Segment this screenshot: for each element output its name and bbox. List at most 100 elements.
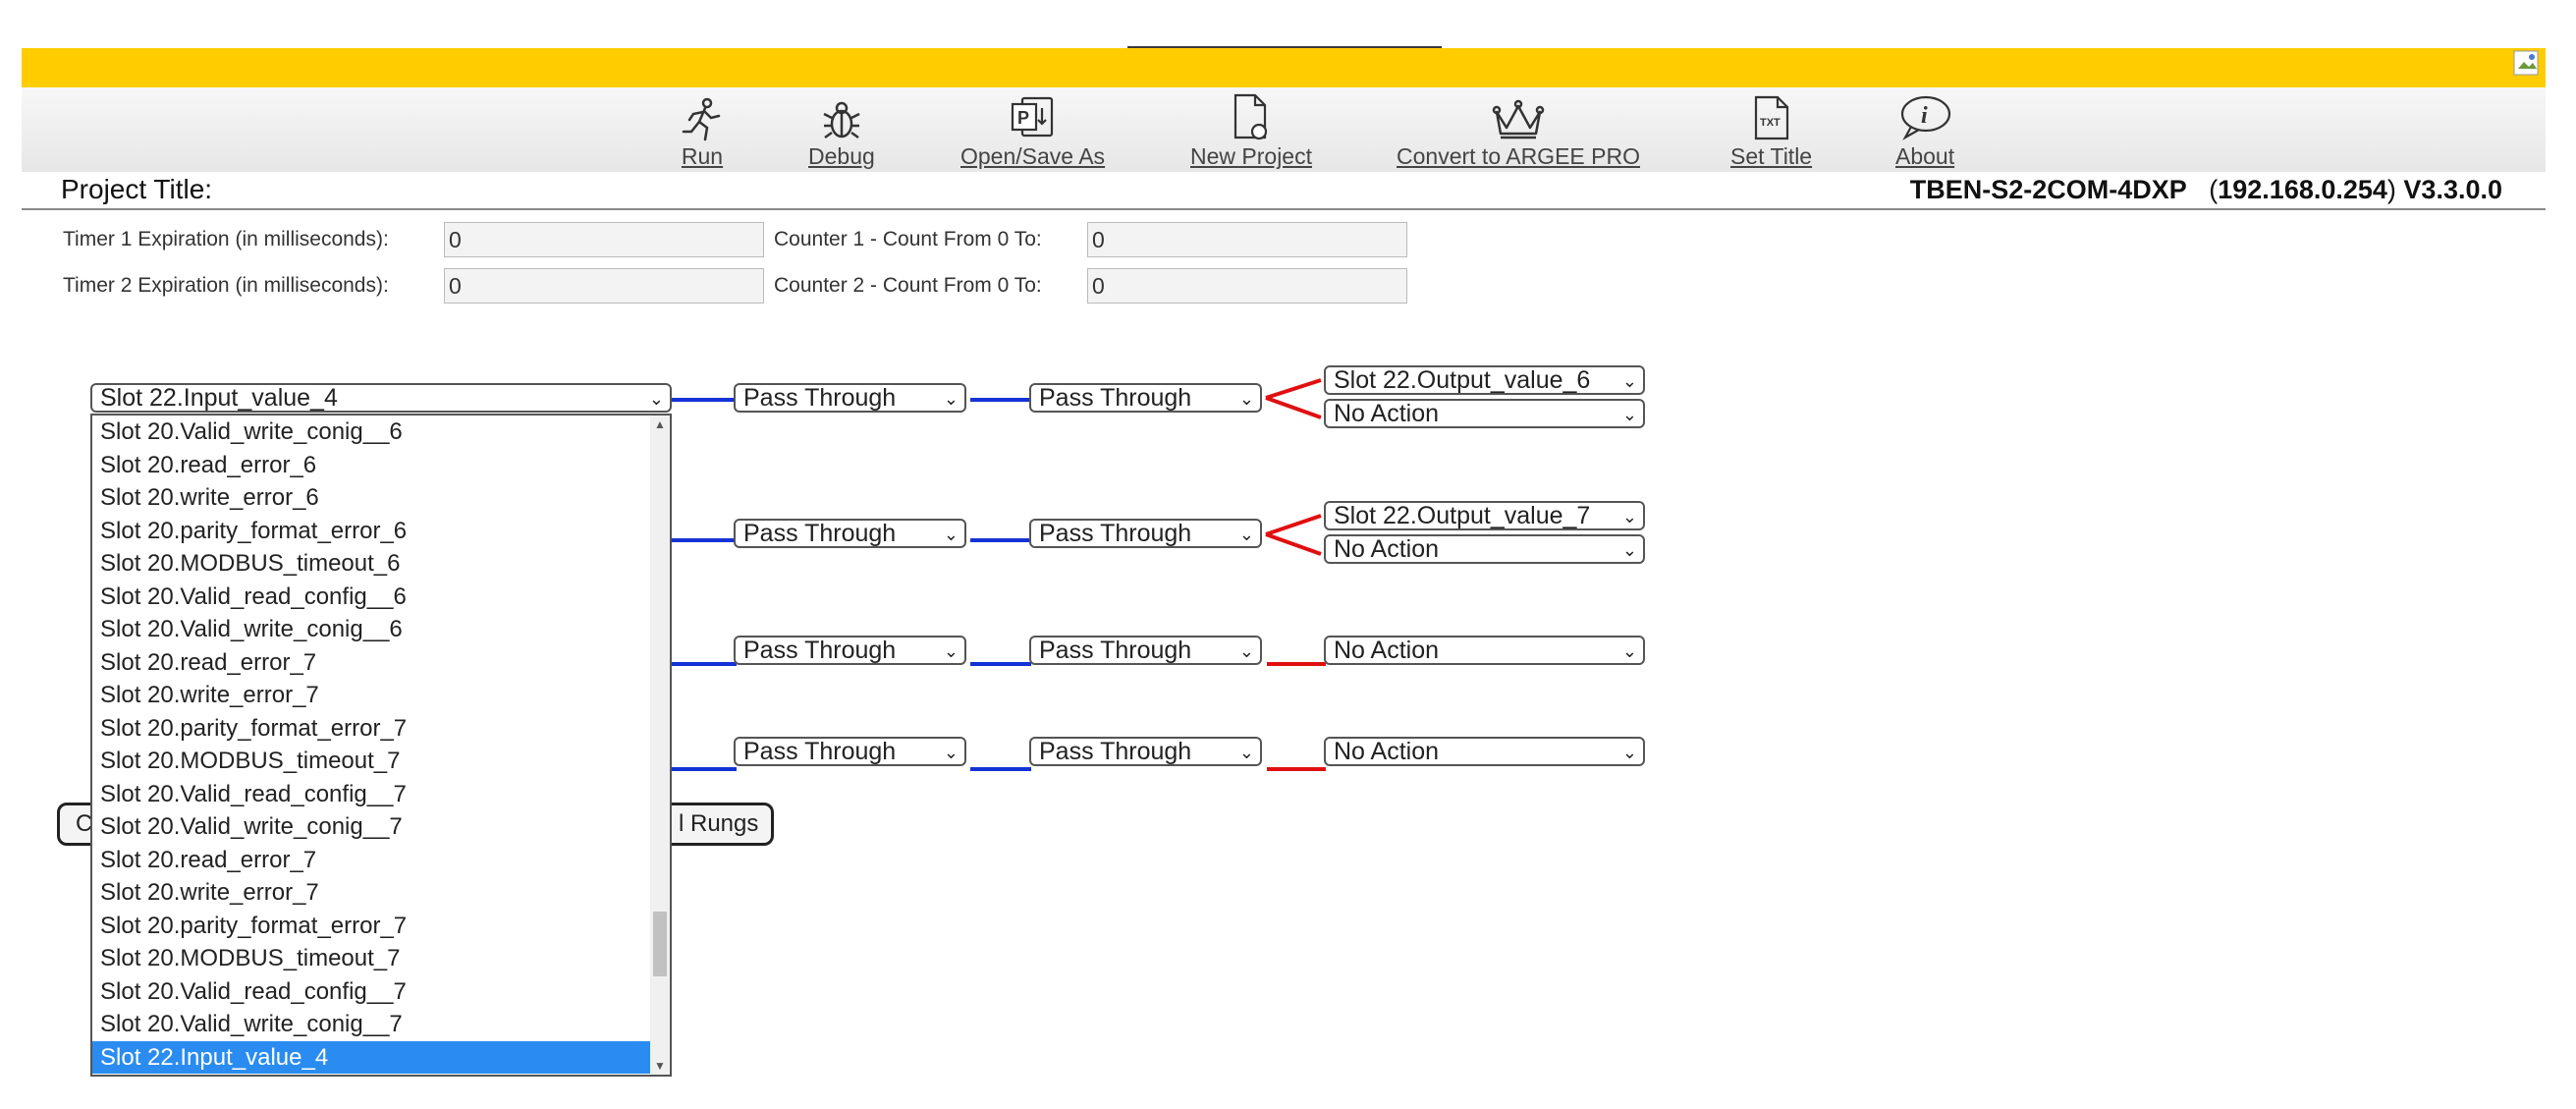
timer-1-label: Timer 1 Expiration (in milliseconds): xyxy=(63,228,389,250)
dropdown-option[interactable]: Slot 20.parity_format_error_7 xyxy=(92,910,670,943)
dropdown-option[interactable]: Slot 20.read_error_7 xyxy=(92,646,670,680)
rung-1-input-select[interactable]: Slot 22.Input_value_4 ⌄ xyxy=(90,383,672,413)
set-title-button[interactable]: TXT Set Title xyxy=(1730,90,1812,170)
rung-2-output-2-value: No Action xyxy=(1334,535,1440,563)
rung-4-output-select[interactable]: No Action ⌄ xyxy=(1324,737,1645,766)
chevron-down-icon: ⌄ xyxy=(1238,525,1254,544)
timer-1-input[interactable]: 0 xyxy=(444,222,764,257)
rung-2-function-1-value: Pass Through xyxy=(743,520,897,547)
dropdown-option[interactable]: Slot 20.Valid_write_conig__7 xyxy=(92,1008,670,1041)
device-model: TBEN-S2-2COM-4DXP xyxy=(1909,175,2187,204)
rung-2-output-1-select[interactable]: Slot 22.Output_value_7 ⌄ xyxy=(1324,501,1645,530)
rung-2-function-1-select[interactable]: Pass Through ⌄ xyxy=(734,519,966,548)
timer-2-input[interactable]: 0 xyxy=(444,268,764,304)
dropdown-option[interactable]: Slot 20.MODBUS_timeout_7 xyxy=(92,942,670,975)
dropdown-scrollbar[interactable]: ▲ ▼ xyxy=(650,416,670,1075)
device-ip: 192.168.0.254 xyxy=(2218,175,2387,204)
input-select-dropdown-list[interactable]: Slot 20.Valid_write_conig__6 Slot 20.read… xyxy=(90,414,672,1077)
chevron-down-icon: ⌄ xyxy=(1238,743,1254,762)
dropdown-option[interactable]: Slot 20.MODBUS_timeout_6 xyxy=(92,547,670,581)
convert-label: Convert to ARGEE PRO xyxy=(1397,143,1640,169)
dropdown-options: Slot 20.Valid_write_conig__6 Slot 20.read… xyxy=(92,416,670,1074)
rung-3-output-select[interactable]: No Action ⌄ xyxy=(1324,636,1645,665)
rung-2-output-2-select[interactable]: No Action ⌄ xyxy=(1324,534,1645,564)
chevron-down-icon: ⌄ xyxy=(1621,743,1637,762)
rung-2-output-1-value: Slot 22.Output_value_7 xyxy=(1334,502,1591,529)
run-label: Run xyxy=(681,143,724,169)
rung-4-wire xyxy=(672,767,737,771)
chevron-down-icon: ⌄ xyxy=(943,641,959,661)
new-project-button[interactable]: New Project xyxy=(1190,90,1312,170)
header-banner xyxy=(22,48,2546,87)
powerpoint-file-icon: P xyxy=(1009,90,1058,141)
svg-text:P: P xyxy=(1017,108,1029,128)
rung-1-function-1-select[interactable]: Pass Through ⌄ xyxy=(734,383,966,413)
project-title-label: Project Title: xyxy=(61,174,213,204)
rung-3-function-1-value: Pass Through xyxy=(743,637,897,664)
rung-4-output-value: No Action xyxy=(1334,738,1440,765)
info-bubble-icon: i xyxy=(1897,90,1952,141)
dropdown-option[interactable]: Slot 20.read_error_7 xyxy=(92,844,670,877)
chevron-down-icon: ⌄ xyxy=(943,389,959,409)
scroll-down-icon[interactable]: ▼ xyxy=(654,1059,666,1073)
dropdown-option[interactable]: Slot 20.Valid_read_config__7 xyxy=(92,975,670,1009)
rung-4-output-wire xyxy=(1267,767,1326,771)
rung-3-function-2-value: Pass Through xyxy=(1039,637,1192,664)
chevron-down-icon: ⌄ xyxy=(1621,405,1637,424)
running-figure-icon xyxy=(680,90,725,141)
rung-2-function-2-select[interactable]: Pass Through ⌄ xyxy=(1029,519,1262,548)
rung-2-wire xyxy=(970,538,1031,542)
header-divider xyxy=(22,208,2546,210)
about-button[interactable]: i About xyxy=(1895,90,1954,170)
chevron-down-icon: ⌄ xyxy=(943,743,959,762)
scroll-up-icon[interactable]: ▲ xyxy=(654,417,666,431)
convert-argee-pro-button[interactable]: Convert to ARGEE PRO xyxy=(1397,90,1640,170)
bug-icon xyxy=(820,90,863,141)
rung-3-function-1-select[interactable]: Pass Through ⌄ xyxy=(734,636,966,665)
dropdown-option[interactable]: Slot 20.parity_format_error_7 xyxy=(92,712,670,746)
rung-4-function-1-select[interactable]: Pass Through ⌄ xyxy=(734,737,966,766)
rung-4-function-1-value: Pass Through xyxy=(743,738,897,765)
dropdown-option[interactable]: Slot 20.read_error_6 xyxy=(92,449,670,482)
dropdown-option[interactable]: Slot 20.Valid_write_conig__6 xyxy=(92,416,670,449)
dropdown-option[interactable]: Slot 20.MODBUS_timeout_7 xyxy=(92,745,670,778)
rung-2-wire xyxy=(672,538,737,542)
rung-2-output-fork xyxy=(1265,514,1322,556)
rung-1-function-2-value: Pass Through xyxy=(1039,384,1192,412)
dropdown-option[interactable]: Slot 20.parity_format_error_6 xyxy=(92,515,670,548)
counter-1-input[interactable]: 0 xyxy=(1087,222,1407,257)
chevron-down-icon: ⌄ xyxy=(1621,641,1637,661)
chevron-down-icon: ⌄ xyxy=(1621,540,1637,560)
rung-4-function-2-select[interactable]: Pass Through ⌄ xyxy=(1029,737,1262,766)
rung-1-output-1-select[interactable]: Slot 22.Output_value_6 ⌄ xyxy=(1324,365,1645,395)
rung-1-output-2-value: No Action xyxy=(1334,400,1440,427)
run-button[interactable]: Run xyxy=(680,90,725,170)
chevron-down-icon: ⌄ xyxy=(648,389,664,409)
counter-2-input[interactable]: 0 xyxy=(1087,268,1407,304)
delete-rungs-label: l Rungs xyxy=(679,810,759,837)
chevron-down-icon: ⌄ xyxy=(1238,641,1254,661)
dropdown-option[interactable]: Slot 20.Valid_read_config__7 xyxy=(92,778,670,811)
rung-3-function-2-select[interactable]: Pass Through ⌄ xyxy=(1029,636,1262,665)
rung-1-function-2-select[interactable]: Pass Through ⌄ xyxy=(1029,383,1262,413)
debug-button[interactable]: Debug xyxy=(808,90,875,170)
dropdown-option[interactable]: Slot 22.Input_value_4 xyxy=(92,1040,670,1074)
scrollbar-thumb[interactable] xyxy=(653,912,667,976)
open-save-label: Open/Save As xyxy=(960,143,1106,169)
dropdown-option[interactable]: Slot 20.Valid_write_conig__7 xyxy=(92,810,670,844)
rung-3-wire xyxy=(672,662,737,666)
rung-3-output-wire xyxy=(1267,662,1326,666)
rung-2-function-2-value: Pass Through xyxy=(1039,520,1192,547)
dropdown-option[interactable]: Slot 20.write_error_7 xyxy=(92,679,670,712)
rung-3-output-value: No Action xyxy=(1334,637,1440,664)
dropdown-option[interactable]: Slot 20.write_error_6 xyxy=(92,481,670,515)
rung-1-output-2-select[interactable]: No Action ⌄ xyxy=(1324,399,1645,428)
rung-1-input-value: Slot 22.Input_value_4 xyxy=(100,384,338,412)
set-title-label: Set Title xyxy=(1730,143,1813,169)
dropdown-option[interactable]: Slot 20.Valid_read_config__6 xyxy=(92,581,670,614)
debug-label: Debug xyxy=(808,143,875,169)
dropdown-option[interactable]: Slot 20.Valid_write_conig__6 xyxy=(92,613,670,646)
rung-1-output-fork xyxy=(1265,378,1322,419)
dropdown-option[interactable]: Slot 20.write_error_7 xyxy=(92,876,670,910)
open-save-button[interactable]: P Open/Save As xyxy=(960,90,1105,170)
